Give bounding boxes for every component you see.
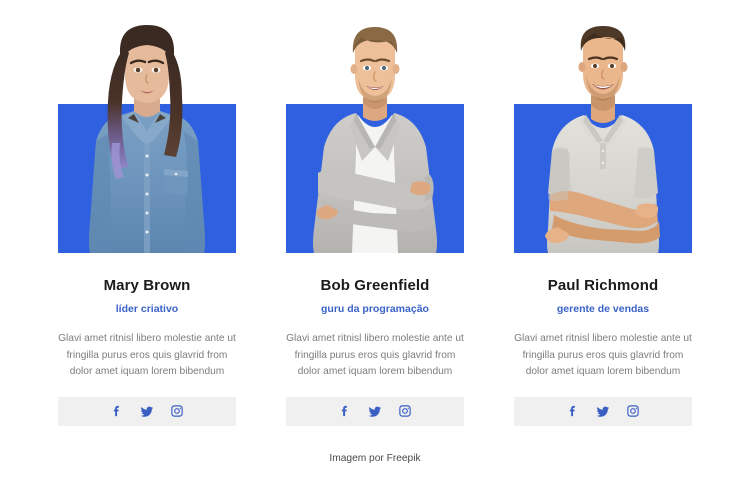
member-photo-block [286,0,464,253]
member-name: Bob Greenfield [320,277,430,294]
social-links-bar [286,396,464,426]
twitter-icon[interactable] [368,404,382,419]
team-member-card: Paul Richmond gerente de vendas Glavi am… [514,0,692,426]
member-photo-block [514,0,692,253]
member-role: líder criativo [115,302,179,315]
twitter-icon[interactable] [596,404,610,419]
instagram-icon[interactable] [626,404,640,419]
image-credit: Imagem por Freepik [329,453,421,464]
member-photo-paul-richmond [528,23,678,253]
team-member-card: Bob Greenfield guru da programação Glavi… [286,0,464,426]
member-bio: Glavi amet ritnisl libero molestie ante … [58,333,236,378]
facebook-icon[interactable] [566,404,580,419]
member-photo-block [58,0,236,253]
member-name: Paul Richmond [547,277,659,294]
member-role: guru da programação [321,302,429,315]
member-name: Mary Brown [103,277,191,294]
twitter-icon[interactable] [140,404,154,419]
facebook-icon[interactable] [110,404,124,419]
instagram-icon[interactable] [398,404,412,419]
instagram-icon[interactable] [170,404,184,419]
member-bio: Glavi amet ritnisl libero molestie ante … [286,333,464,378]
member-photo-mary-brown [72,23,222,253]
team-member-list: Mary Brown líder criativo Glavi amet rit… [58,0,692,430]
member-photo-bob-greenfield [300,23,450,253]
member-bio: Glavi amet ritnisl libero molestie ante … [514,333,692,378]
social-links-bar [58,396,236,426]
facebook-icon[interactable] [338,404,352,419]
social-links-bar [514,396,692,426]
member-role: gerente de vendas [556,302,650,315]
team-section: Mary Brown líder criativo Glavi amet rit… [0,0,750,503]
team-member-card: Mary Brown líder criativo Glavi amet rit… [58,0,236,426]
